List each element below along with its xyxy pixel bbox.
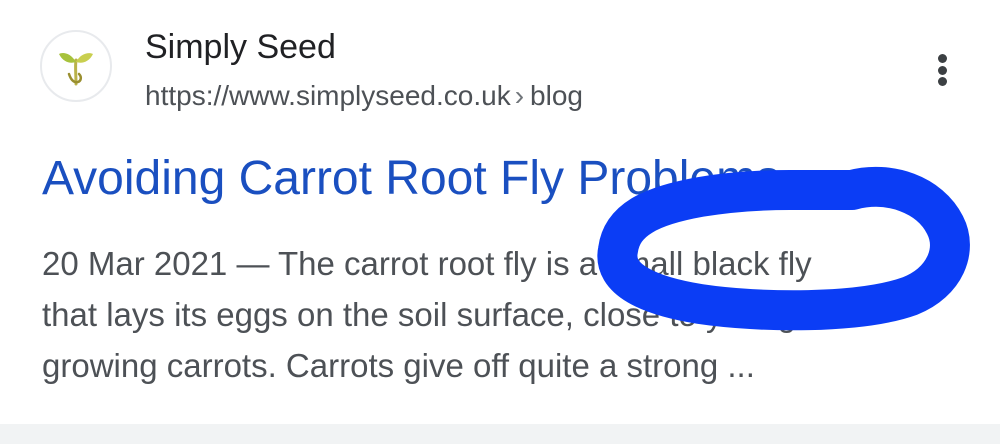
more-vert-icon-dot [937, 65, 947, 75]
search-result-card: Simply Seed https://www.simplyseed.co.uk… [0, 0, 1000, 424]
more-vert-icon [937, 54, 947, 63]
more-options-button[interactable] [926, 50, 958, 90]
snippet-line: growing carrots. Carrots give off quite … [42, 347, 755, 384]
url-domain: https://www.simplyseed.co.uk [145, 80, 511, 111]
more-vert-icon-dot [937, 77, 947, 86]
result-url[interactable]: https://www.simplyseed.co.uk › blog [145, 78, 583, 114]
site-name[interactable]: Simply Seed [145, 27, 336, 67]
bottom-divider [0, 424, 1000, 444]
snippet-line: 20 Mar 2021 — The carrot root fly is a s… [42, 245, 812, 282]
result-title-link[interactable]: Avoiding Carrot Root Fly Problems [42, 150, 780, 208]
snippet-line: that lays its eggs on the soil surface, … [42, 296, 796, 333]
breadcrumb-separator: › [514, 80, 525, 111]
url-path: blog [530, 80, 583, 111]
site-favicon[interactable] [40, 30, 112, 102]
seedling-icon [59, 52, 93, 86]
result-snippet: 20 Mar 2021 — The carrot root fly is a s… [42, 238, 982, 391]
